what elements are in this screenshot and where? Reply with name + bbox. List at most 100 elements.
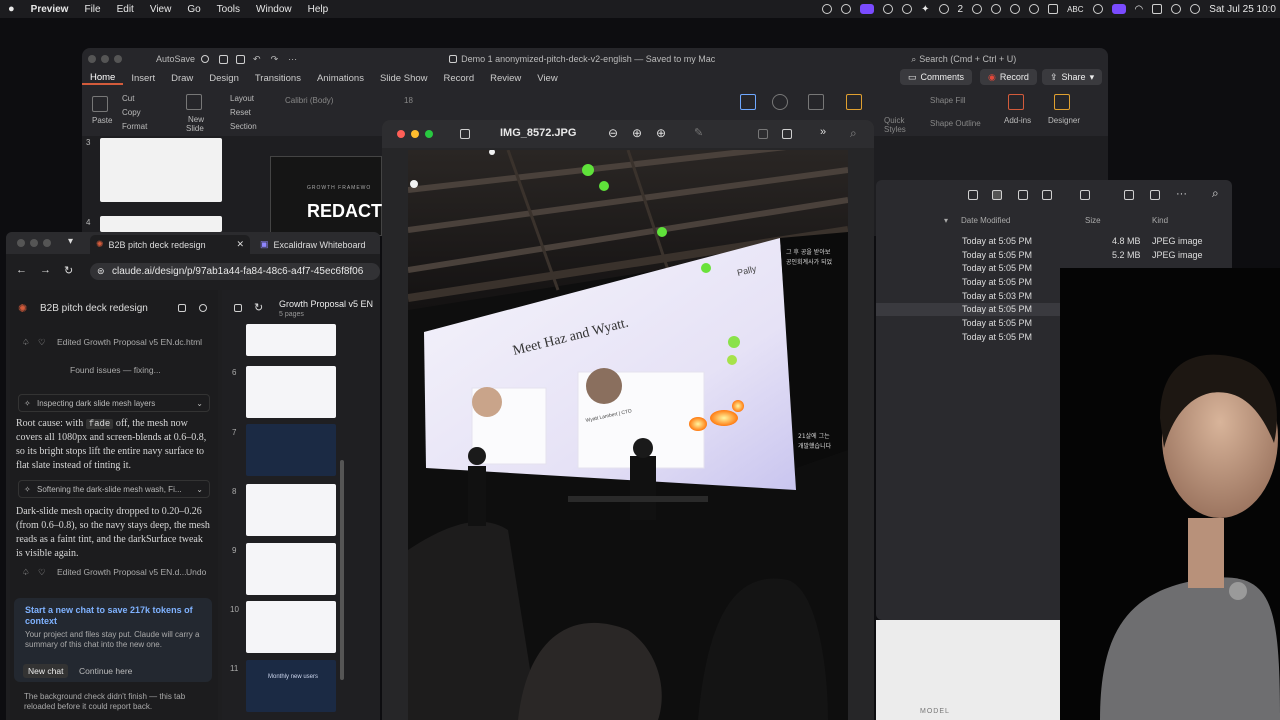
more-icon[interactable]: ···: [288, 54, 297, 64]
addins-label[interactable]: Add-ins: [1004, 116, 1031, 125]
window-icon[interactable]: [1111, 4, 1126, 14]
record-button[interactable]: ◉ Record: [980, 69, 1037, 85]
chrome-zoom-icon[interactable]: [43, 239, 51, 247]
zoom-in-icon[interactable]: ⊕: [632, 126, 642, 140]
step-inspecting[interactable]: ✧ Inspecting dark slide mesh layers ⌄: [18, 394, 210, 412]
font-size-select[interactable]: 18: [404, 96, 413, 105]
menu-view[interactable]: View: [142, 4, 180, 15]
group-icon[interactable]: [1080, 190, 1090, 200]
forward-icon[interactable]: →: [40, 264, 51, 276]
chrome-close-icon[interactable]: [17, 239, 25, 247]
save-icon[interactable]: [236, 54, 246, 64]
page-thumbnail-11[interactable]: Monthly new users: [246, 660, 336, 712]
finder-share-icon[interactable]: [1124, 190, 1134, 200]
new-slide-label-1[interactable]: New: [188, 115, 204, 124]
sort-chevron-icon[interactable]: ▾: [944, 216, 948, 225]
grammarly-icon[interactable]: [972, 4, 983, 14]
panel-toggle-icon[interactable]: [178, 304, 186, 312]
preview-search-icon[interactable]: ⌕: [850, 126, 857, 141]
page-thumbnail-6[interactable]: [246, 366, 336, 418]
more-tools-icon[interactable]: »: [820, 126, 826, 138]
sparkle-icon[interactable]: ✦: [921, 4, 929, 15]
page-thumbnail-5[interactable]: [246, 324, 336, 356]
quick-styles-label-2[interactable]: Styles: [884, 125, 906, 134]
paste-label[interactable]: Paste: [92, 116, 112, 125]
input-source-label[interactable]: ABC: [1067, 5, 1083, 14]
site-info-icon[interactable]: ⊜: [97, 266, 105, 277]
wifi-icon[interactable]: ◠: [1135, 4, 1144, 15]
redo-icon[interactable]: ↷: [271, 54, 279, 65]
share-button[interactable]: ⇪ Share ▾: [1042, 69, 1103, 85]
tab-draw[interactable]: Draw: [163, 73, 201, 84]
col-size[interactable]: Size: [1085, 216, 1101, 225]
undo-icon[interactable]: ↶: [253, 54, 261, 65]
tab-design[interactable]: Design: [201, 73, 247, 84]
tab-home[interactable]: Home: [82, 72, 124, 85]
minimize-icon[interactable]: [101, 55, 109, 63]
moon-icon[interactable]: [1092, 4, 1103, 14]
arrange-icon[interactable]: [846, 94, 862, 110]
tab-insert[interactable]: Insert: [123, 73, 163, 84]
apple-icon[interactable]: ●: [0, 3, 23, 15]
clock-icon[interactable]: [991, 4, 1002, 14]
autosave-label[interactable]: AutoSave: [156, 54, 195, 64]
thumbs-up-icon[interactable]: ♤: [22, 567, 30, 578]
battery-icon[interactable]: [1152, 4, 1163, 14]
finder-row[interactable]: Today at 5:05 PM 5.2 MB JPEG image: [876, 249, 1232, 262]
copy-button[interactable]: Copy: [122, 108, 141, 117]
icon-view-icon[interactable]: [968, 190, 978, 200]
col-date-modified[interactable]: Date Modified: [961, 216, 1010, 225]
file-view-icon[interactable]: [234, 304, 242, 312]
tab-close-icon[interactable]: ✕: [236, 239, 244, 250]
designer-label[interactable]: Designer: [1048, 116, 1080, 125]
cut-button[interactable]: Cut: [122, 94, 134, 103]
layout-button[interactable]: Layout: [230, 94, 254, 103]
reload-icon[interactable]: ↻: [64, 264, 73, 277]
finder-search-icon[interactable]: ⌕: [1212, 186, 1219, 201]
home-icon[interactable]: [219, 54, 229, 64]
finder-row[interactable]: Today at 5:05 PM 4.8 MB JPEG image: [876, 235, 1232, 248]
crop-icon[interactable]: [758, 129, 768, 139]
new-chat-button[interactable]: New chat: [23, 664, 69, 678]
menu-app-name[interactable]: Preview: [23, 4, 77, 15]
tab-view[interactable]: View: [529, 73, 565, 84]
preview-minimize-icon[interactable]: [411, 130, 419, 138]
chrome-minimize-icon[interactable]: [30, 239, 38, 247]
preview-zoom-icon[interactable]: [425, 130, 433, 138]
tab-slide-show[interactable]: Slide Show: [372, 73, 436, 84]
openai-icon[interactable]: [841, 4, 852, 14]
tab-b2b-pitch-deck[interactable]: ✺ B2B pitch deck redesign ✕: [90, 235, 250, 254]
finder-more-icon[interactable]: ···: [1176, 188, 1187, 200]
page-thumbnail-9[interactable]: [246, 543, 336, 595]
addins-icon[interactable]: [1008, 94, 1024, 110]
slide-thumbnail-4[interactable]: [100, 216, 222, 232]
undo-button[interactable]: Undo: [186, 567, 206, 577]
control-center-icon[interactable]: [1171, 4, 1182, 14]
reset-button[interactable]: Reset: [230, 108, 251, 117]
slide-thumbnail-3[interactable]: [100, 138, 222, 202]
format-button[interactable]: Format: [122, 122, 147, 131]
chrome-icon[interactable]: [902, 4, 913, 14]
thumbs-down-icon[interactable]: ♡: [38, 567, 46, 578]
paste-icon[interactable]: [92, 96, 108, 112]
thumbs-up-icon[interactable]: ♤: [22, 337, 30, 348]
quick-styles-label-1[interactable]: Quick: [884, 116, 904, 125]
ppt-slide-canvas[interactable]: GROWTH FRAMEWO REDACT: [270, 156, 382, 236]
menu-window[interactable]: Window: [248, 4, 300, 15]
rotate-icon[interactable]: [782, 129, 792, 139]
autosave-toggle-icon[interactable]: [201, 55, 210, 63]
shape-fill-button[interactable]: Shape Fill: [930, 96, 966, 105]
new-slide-label-2[interactable]: Slide: [186, 124, 204, 133]
gear-icon[interactable]: [938, 4, 949, 14]
tab-animations[interactable]: Animations: [309, 73, 372, 84]
preview-close-icon[interactable]: [397, 130, 405, 138]
shapes-icon[interactable]: [772, 94, 788, 110]
screen-record-icon[interactable]: [860, 4, 875, 14]
back-icon[interactable]: ←: [16, 264, 27, 276]
menu-go[interactable]: Go: [179, 4, 208, 15]
page-thumbnail-7[interactable]: [246, 424, 336, 476]
gallery-view-icon[interactable]: [1042, 190, 1052, 200]
keyboard-a-icon[interactable]: [1048, 4, 1059, 14]
designer-icon[interactable]: [1054, 94, 1070, 110]
ppt-search[interactable]: Search (Cmd + Ctrl + U): [919, 54, 1016, 64]
